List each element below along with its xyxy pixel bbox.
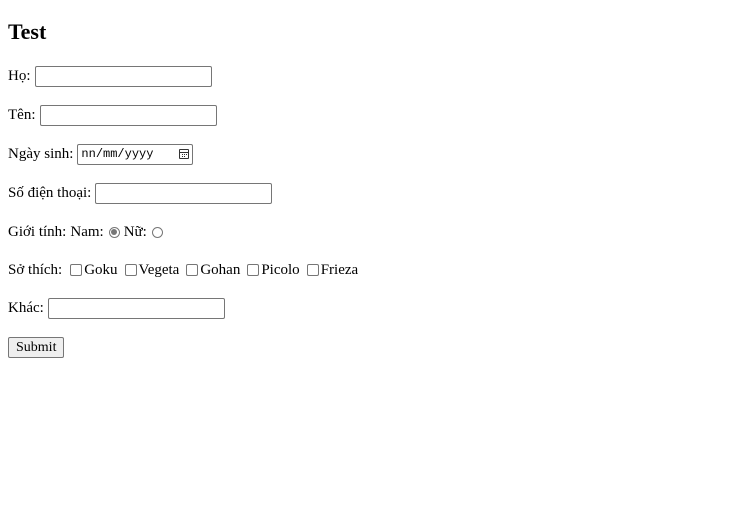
ho-input[interactable] (34, 65, 212, 87)
submit-button[interactable]: Submit (8, 337, 65, 358)
hobby-frieza-label: Frieza (320, 261, 359, 278)
ten-input[interactable] (39, 104, 217, 126)
ho-row: Họ: (8, 65, 212, 87)
ten-label: Tên: (8, 106, 36, 123)
other-input[interactable] (47, 297, 225, 319)
gender-nam-radio[interactable] (108, 226, 120, 238)
birthdate-input[interactable]: nn/mm/yyyy (77, 143, 194, 165)
hobby-picolo-label: Picolo (261, 261, 300, 278)
calendar-icon[interactable] (179, 149, 190, 159)
hobby-gohan-label: Gohan (200, 261, 241, 278)
gender-nam-label: Nam: (70, 223, 104, 240)
gioitinh-label: Giới tính: (8, 223, 67, 240)
hobby-frieza-checkbox[interactable] (306, 264, 319, 276)
ten-row: Tên: (8, 104, 217, 126)
date-placeholder: nn/mm/yyyy (81, 147, 154, 161)
hobby-gohan-checkbox[interactable] (186, 264, 199, 276)
sothich-row: Sở thích: Goku Vegeta Gohan Picolo Friez… (8, 259, 358, 281)
hobby-goku-label: Goku (84, 261, 118, 278)
sothich-label: Sở thích: (8, 261, 63, 278)
hobby-goku-checkbox[interactable] (70, 264, 83, 276)
hobby-picolo-checkbox[interactable] (247, 264, 260, 276)
page-title: Test (8, 19, 47, 44)
ngaysinh-label: Ngày sinh: (8, 145, 74, 162)
gender-nu-radio[interactable] (151, 226, 163, 238)
phone-input[interactable] (95, 182, 273, 204)
hobby-vegeta-label: Vegeta (138, 261, 180, 278)
hobby-vegeta-checkbox[interactable] (124, 264, 137, 276)
ho-label: Họ: (8, 67, 31, 84)
sdt-row: Số điện thoại: (8, 182, 273, 204)
khac-label: Khác: (8, 299, 44, 316)
khac-row: Khác: (8, 297, 225, 319)
sdt-label: Số điện thoại: (8, 184, 92, 201)
ngaysinh-row: Ngày sinh: nn/mm/yyyy (8, 143, 194, 165)
gioitinh-row: Giới tính: Nam: Nữ: (8, 221, 167, 243)
gender-nu-label: Nữ: (123, 223, 147, 240)
